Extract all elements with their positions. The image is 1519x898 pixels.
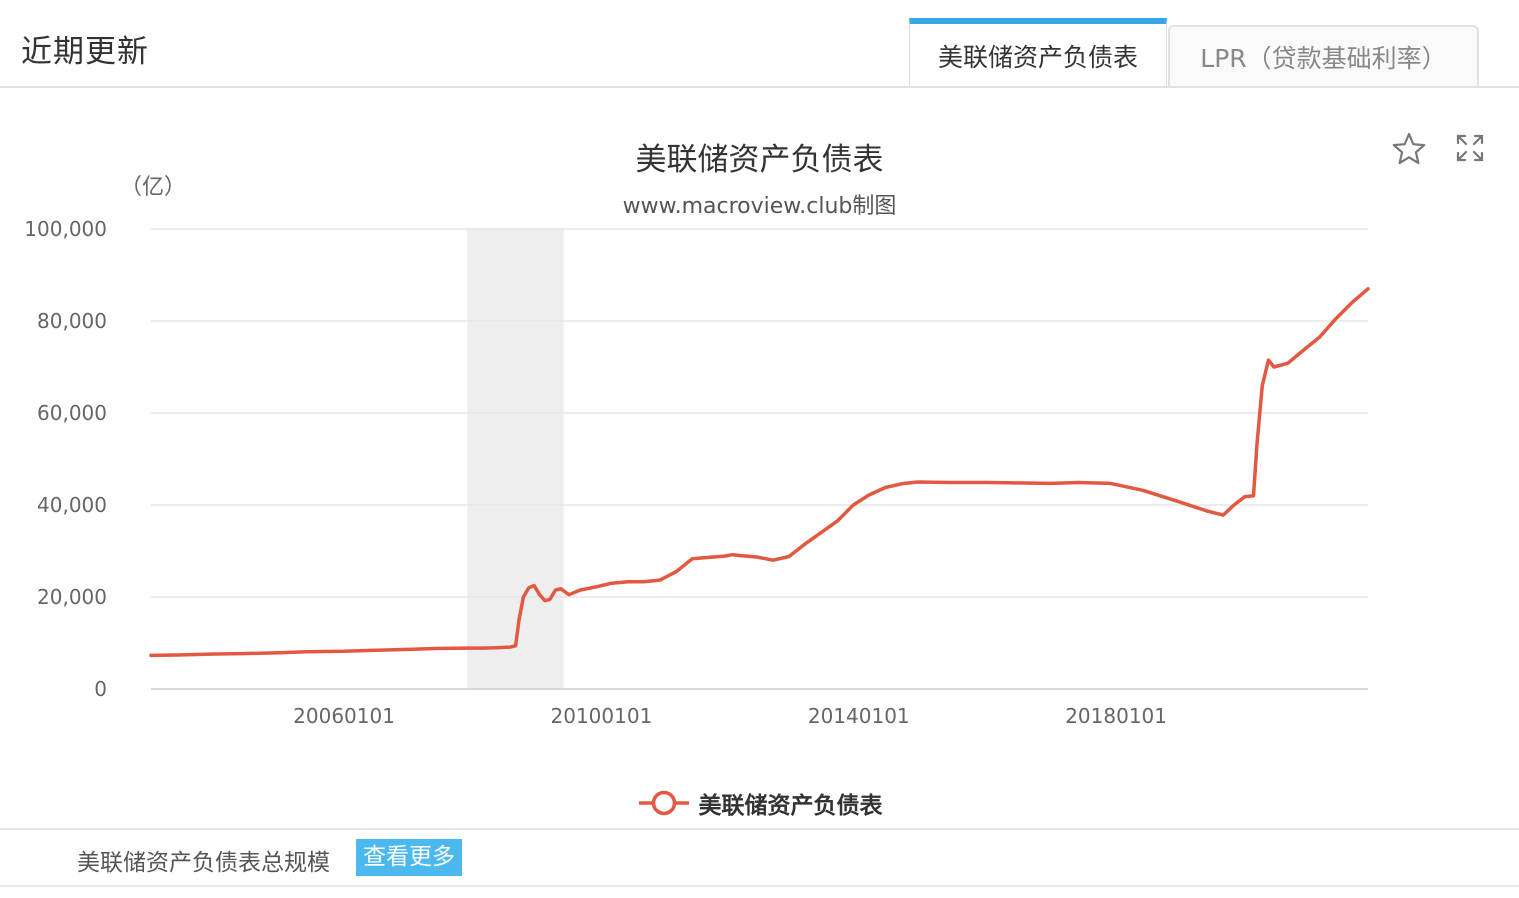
x-tick-label: 20100101 (551, 704, 653, 728)
y-tick-label: 0 (94, 677, 107, 701)
y-tick-label: 40,000 (37, 493, 107, 517)
x-tick-label: 20140101 (808, 704, 910, 728)
chart-legend[interactable]: 美联储资产负债表 (0, 786, 1519, 820)
line-chart: 100,000 80,000 60,000 40,000 20,000 0 2006010… (24, 175, 1370, 728)
chart-caption: 美联储资产负债表总规模 (77, 850, 330, 876)
y-tick-label: 60,000 (37, 401, 107, 425)
series-line (149, 287, 1370, 658)
y-tick-label: 80,000 (37, 309, 107, 333)
x-tick-label: 20060101 (293, 704, 395, 728)
y-axis-unit: （亿） (120, 175, 186, 200)
y-tick-label: 100,000 (24, 217, 107, 241)
y-tick-label: 20,000 (37, 585, 107, 609)
legend-series-marker-icon (638, 790, 689, 816)
x-tick-label: 20180101 (1065, 704, 1167, 728)
footer-divider-top (0, 828, 1519, 830)
recession-band (467, 229, 564, 689)
view-more-button[interactable]: 查看更多 (356, 839, 462, 876)
legend-label: 美联储资产负债表 (698, 793, 883, 819)
footer-divider-bottom (0, 885, 1519, 887)
